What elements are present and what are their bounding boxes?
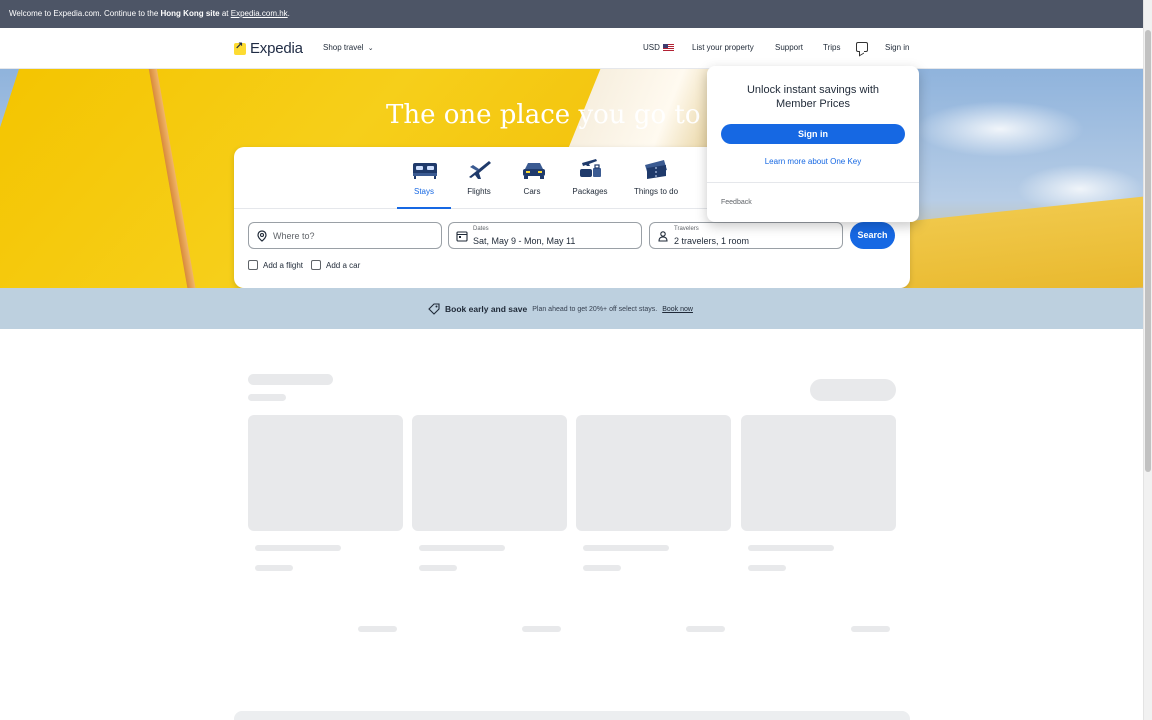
promo-subtitle: Plan ahead to get 20%+ off select stays. xyxy=(532,305,658,313)
add-flight-checkbox[interactable]: Add a flight xyxy=(248,260,303,270)
skeleton-line xyxy=(419,545,505,551)
skeleton-line-short xyxy=(583,565,621,571)
site-redirect-banner: Welcome to Expedia.com. Continue to the … xyxy=(0,0,1143,28)
list-property-link[interactable]: List your property xyxy=(692,43,754,52)
banner-middle: at xyxy=(219,9,231,18)
shop-travel-label: Shop travel xyxy=(323,43,364,52)
add-car-label: Add a car xyxy=(326,260,361,270)
add-flight-label: Add a flight xyxy=(263,260,304,270)
page-scrollbar[interactable] xyxy=(1143,0,1152,720)
banner-link[interactable]: Expedia.com.hk xyxy=(231,9,288,18)
skeleton-dot xyxy=(358,626,397,632)
dropdown-divider xyxy=(707,182,919,183)
ticket-icon xyxy=(645,160,667,179)
learn-more-one-key-link[interactable]: Learn more about One Key xyxy=(707,157,919,166)
book-now-link[interactable]: Book now xyxy=(662,306,693,313)
shop-travel-menu[interactable]: Shop travel ⌄ xyxy=(323,43,374,52)
banner-bold: Hong Kong site xyxy=(160,9,220,18)
currency-label: USD xyxy=(643,43,660,52)
dates-label: Dates xyxy=(473,226,489,232)
packages-icon xyxy=(580,159,601,177)
banner-prefix: Welcome to Expedia.com. Continue to the xyxy=(9,9,161,18)
calendar-icon xyxy=(456,231,468,242)
destination-input[interactable]: Where to? xyxy=(248,222,442,249)
skeleton-card xyxy=(576,415,731,531)
skeleton-line-short xyxy=(419,565,457,571)
logo-text: Expedia xyxy=(250,40,303,57)
dropdown-title: Unlock instant savings with Member Price… xyxy=(707,83,919,111)
map-pin-icon xyxy=(257,230,267,242)
car-icon xyxy=(523,163,545,179)
skeleton-dot xyxy=(522,626,561,632)
skeleton-line-short xyxy=(748,565,786,571)
sign-in-dropdown: Unlock instant savings with Member Price… xyxy=(707,66,919,222)
airplane-icon xyxy=(469,161,491,179)
skeleton-line xyxy=(583,545,669,551)
dropdown-sign-in-button[interactable]: Sign in xyxy=(721,124,905,144)
skeleton-dot xyxy=(851,626,890,632)
chat-icon[interactable] xyxy=(856,42,868,52)
skeleton-dot xyxy=(686,626,725,632)
travelers-value: 2 travelers, 1 room xyxy=(674,236,750,246)
skeleton-button xyxy=(810,379,896,401)
tab-stays[interactable]: Stays xyxy=(397,157,451,209)
skeleton-card xyxy=(248,415,403,531)
tab-things-to-do[interactable]: Things to do xyxy=(633,157,679,209)
expedia-logo[interactable]: Expedia xyxy=(234,40,303,57)
site-header: Expedia Shop travel ⌄ USD List your prop… xyxy=(0,28,1143,69)
skeleton-line-short xyxy=(255,565,293,571)
feedback-link[interactable]: Feedback xyxy=(721,199,752,206)
skeleton-line xyxy=(255,545,341,551)
travelers-field[interactable]: Travelers 2 travelers, 1 room xyxy=(649,222,843,249)
us-flag-icon xyxy=(662,44,674,51)
skeleton-heading xyxy=(248,374,333,385)
expedia-logo-icon xyxy=(234,41,246,55)
skeleton-bottom-section xyxy=(234,711,910,720)
travelers-label: Travelers xyxy=(674,226,699,232)
tag-icon xyxy=(428,303,440,315)
tab-packages[interactable]: Packages xyxy=(572,157,608,209)
search-button[interactable]: Search xyxy=(850,222,895,249)
add-car-box[interactable] xyxy=(311,260,321,270)
tab-cars-label: Cars xyxy=(523,187,541,196)
promo-banner: Book early and save Plan ahead to get 20… xyxy=(0,288,1143,329)
banner-suffix: . xyxy=(287,9,290,18)
add-flight-box[interactable] xyxy=(248,260,258,270)
dates-value: Sat, May 9 - Mon, May 11 xyxy=(473,236,576,246)
tab-flights-label: Flights xyxy=(467,187,491,196)
tab-cars[interactable]: Cars xyxy=(520,157,545,209)
skeleton-card xyxy=(741,415,896,531)
sign-in-link[interactable]: Sign in xyxy=(885,43,909,52)
skeleton-line xyxy=(748,545,834,551)
promo-title: Book early and save xyxy=(445,304,528,314)
tab-packages-label: Packages xyxy=(572,187,608,196)
support-link[interactable]: Support xyxy=(775,43,803,52)
dropdown-title-line1: Unlock instant savings with xyxy=(746,84,880,96)
tab-things-label: Things to do xyxy=(633,187,679,196)
bed-icon xyxy=(413,163,437,179)
trips-link[interactable]: Trips xyxy=(823,43,840,52)
skeleton-card xyxy=(412,415,567,531)
tab-flights[interactable]: Flights xyxy=(464,157,494,209)
dates-field[interactable]: Dates Sat, May 9 - Mon, May 11 xyxy=(448,222,642,249)
tab-stays-label: Stays xyxy=(413,187,434,196)
skeleton-subheading xyxy=(248,394,286,401)
chevron-down-icon: ⌄ xyxy=(367,45,374,52)
dropdown-title-line2: Member Prices xyxy=(776,98,850,110)
destination-placeholder: Where to? xyxy=(273,231,315,241)
scrollbar-thumb[interactable] xyxy=(1145,30,1151,472)
promo-content: Book early and save Plan ahead to get 20… xyxy=(428,303,693,315)
person-icon xyxy=(658,231,668,242)
add-car-checkbox[interactable]: Add a car xyxy=(311,260,360,270)
currency-selector[interactable]: USD xyxy=(643,43,674,52)
